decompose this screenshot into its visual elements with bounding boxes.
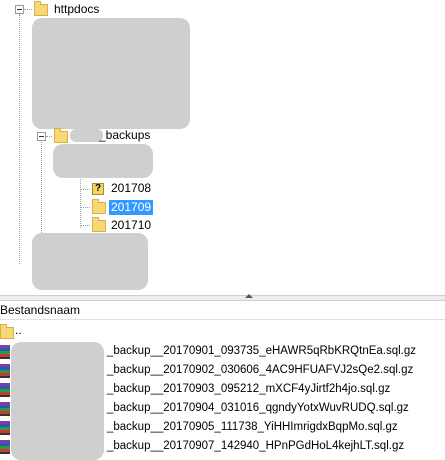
- file-name: _backup__20170901_093735_eHAWR5qRbKRQtnE…: [107, 345, 417, 357]
- redacted-area: [32, 18, 190, 129]
- parent-dir-label: ..: [15, 323, 22, 337]
- archive-icon: [0, 440, 10, 454]
- column-header-label: Bestandsnaam: [0, 303, 81, 317]
- file-name: _backup__20170907_142940_HPnPGdHoL4kejhL…: [107, 440, 405, 452]
- archive-icon: [0, 383, 10, 397]
- redacted-area: [11, 342, 104, 460]
- folder-icon: [92, 199, 106, 214]
- tree-item-201708[interactable]: 201708: [111, 181, 151, 196]
- tree-item-201709[interactable]: 201709: [109, 200, 154, 215]
- tree-item-201710[interactable]: 201710: [111, 218, 151, 233]
- archive-icon: [0, 364, 10, 378]
- file-name: _backup__20170903_095212_mXCF4yJirtf2h4j…: [107, 383, 391, 395]
- folder-icon: [34, 1, 48, 16]
- tree-item-backups[interactable]: _backups: [99, 128, 150, 143]
- collapse-toggle-backups[interactable]: [37, 132, 46, 141]
- collapse-toggle-httpdocs[interactable]: [15, 5, 24, 14]
- tree-connector: [24, 9, 32, 10]
- redacted-area: [53, 144, 153, 178]
- file-name: _backup__20170904_031016_qgndyYotxWuvRUD…: [107, 402, 409, 414]
- tree-connector: [46, 136, 52, 137]
- file-name: _backup__20170902_030606_4AC9HFUAFVJ2sQe…: [107, 364, 414, 376]
- archive-icon: [0, 402, 10, 416]
- file-name: _backup__20170905_111738_YiHHImrigdxBqpM…: [107, 421, 398, 433]
- tree-connector: [80, 207, 90, 208]
- tree-connector: [19, 14, 20, 264]
- folder-icon: [0, 324, 14, 339]
- folder-icon: [54, 128, 68, 143]
- collapse-arrow-icon[interactable]: [245, 294, 253, 298]
- tree-connector: [80, 176, 81, 228]
- redacted-area: [32, 233, 148, 290]
- archive-icon: [0, 421, 10, 435]
- column-header-filename[interactable]: Bestandsnaam: [0, 301, 445, 320]
- tree-connector: [80, 189, 90, 190]
- archive-icon: [0, 345, 10, 359]
- tree-connector: [80, 225, 90, 226]
- folder-icon: [92, 217, 106, 232]
- unknown-folder-icon: ?: [92, 183, 104, 195]
- list-item-parent-dir[interactable]: ..: [0, 323, 445, 341]
- tree-item-httpdocs[interactable]: httpdocs: [54, 2, 99, 17]
